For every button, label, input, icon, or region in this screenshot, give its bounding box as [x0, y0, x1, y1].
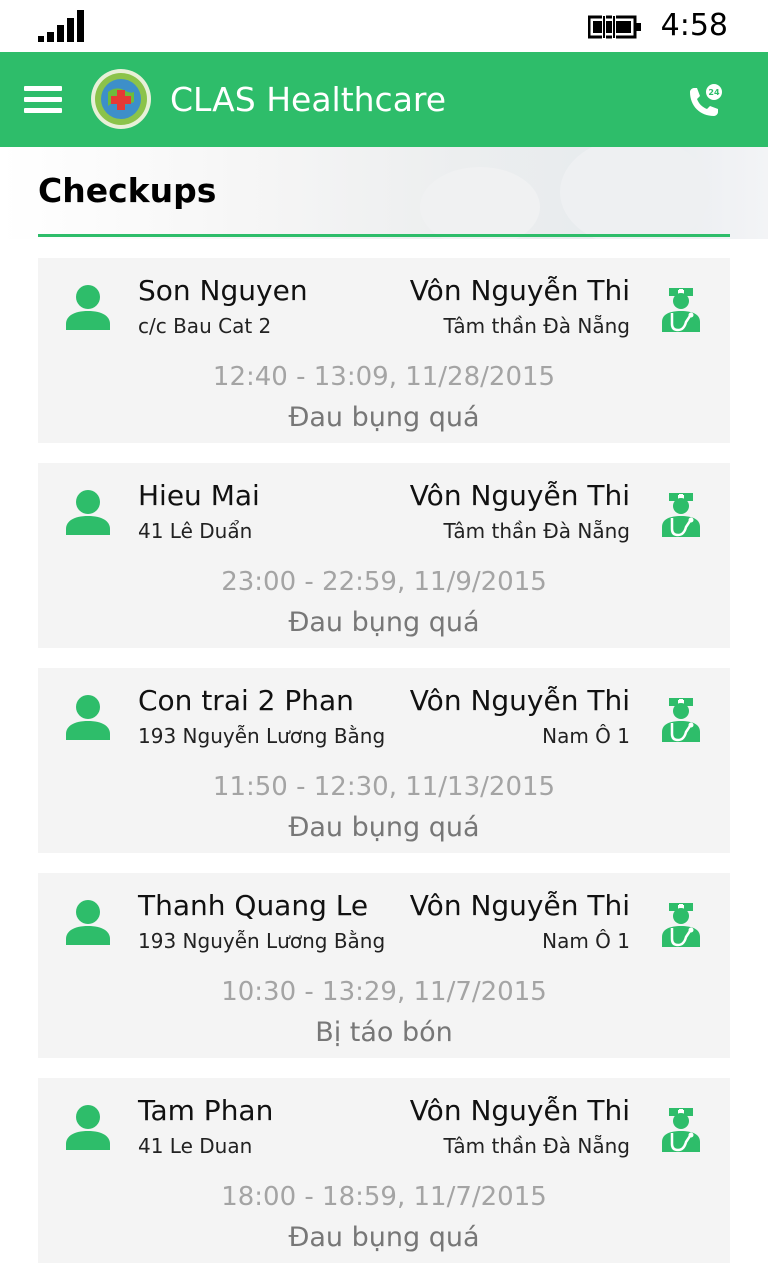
battery-charging-icon — [588, 14, 641, 40]
doctor-name: Vôn Nguyễn Thi — [409, 1094, 630, 1127]
app-bar: CLAS Healthcare 24 — [0, 52, 768, 147]
patient-icon — [66, 490, 110, 535]
phone-24h-icon[interactable]: 24 — [684, 82, 724, 122]
patient-name: Hieu Mai — [138, 479, 260, 512]
clinic-name: Nam Ô 1 — [542, 724, 630, 748]
page-title: Checkups — [38, 171, 217, 210]
patient-icon — [66, 695, 110, 740]
signal-icon — [38, 10, 84, 42]
checkup-card[interactable]: Hieu Mai 41 Lê Duẩn Vôn Nguyễn Thi Tâm t… — [38, 463, 730, 648]
patient-address: 41 Lê Duẩn — [138, 519, 253, 543]
doctor-icon — [662, 288, 700, 332]
clinic-name: Tâm thần Đà Nẵng — [443, 519, 630, 543]
patient-icon — [66, 900, 110, 945]
checkup-card[interactable]: Tam Phan 41 Le Duan Vôn Nguyễn Thi Tâm t… — [38, 1078, 730, 1263]
doctor-icon — [662, 493, 700, 537]
checkup-time: 12:40 - 13:09, 11/28/2015 — [212, 362, 556, 392]
patient-name: Son Nguyen — [138, 274, 308, 307]
patient-icon — [66, 285, 110, 330]
doctor-name: Vôn Nguyễn Thi — [409, 479, 630, 512]
clinic-name: Nam Ô 1 — [542, 929, 630, 953]
doctor-name: Vôn Nguyễn Thi — [409, 684, 630, 717]
checkup-card[interactable]: Thanh Quang Le 193 Nguyễn Lương Bằng Vôn… — [38, 873, 730, 1058]
checkup-time: 11:50 - 12:30, 11/13/2015 — [212, 772, 556, 802]
hamburger-menu-icon[interactable] — [24, 86, 64, 116]
status-bar: 4:58 — [0, 0, 768, 52]
patient-address: c/c Bau Cat 2 — [138, 314, 272, 338]
checkup-time: 18:00 - 18:59, 11/7/2015 — [221, 1182, 547, 1212]
svg-text:24: 24 — [708, 88, 720, 97]
doctor-icon — [662, 903, 700, 947]
patient-name: Tam Phan — [138, 1094, 274, 1127]
checkup-symptom: Đau bụng quá — [288, 607, 480, 638]
checkup-card[interactable]: Son Nguyen c/c Bau Cat 2 Vôn Nguyễn Thi … — [38, 258, 730, 443]
patient-name: Thanh Quang Le — [138, 889, 369, 922]
checkup-symptom: Đau bụng quá — [288, 1222, 480, 1253]
clinic-name: Tâm thần Đà Nẵng — [443, 1134, 630, 1158]
doctor-name: Vôn Nguyễn Thi — [409, 274, 630, 307]
checkup-time: 23:00 - 22:59, 11/9/2015 — [221, 567, 547, 597]
page-header: Checkups — [0, 147, 768, 239]
patient-address: 193 Nguyễn Lương Bằng — [138, 724, 386, 748]
clinic-name: Tâm thần Đà Nẵng — [443, 314, 630, 338]
title-divider — [38, 234, 730, 237]
checkup-time: 10:30 - 13:29, 11/7/2015 — [221, 977, 547, 1007]
checkup-symptom: Đau bụng quá — [288, 812, 480, 843]
clas-logo — [91, 69, 151, 129]
app-title: CLAS Healthcare — [170, 80, 447, 119]
status-time: 4:58 — [660, 8, 728, 43]
checkup-symptom: Bị táo bón — [315, 1017, 453, 1048]
patient-address: 41 Le Duan — [138, 1134, 253, 1158]
doctor-icon — [662, 698, 700, 742]
doctor-name: Vôn Nguyễn Thi — [409, 889, 630, 922]
patient-icon — [66, 1105, 110, 1150]
patient-name: Con trai 2 Phan — [138, 684, 354, 717]
patient-address: 193 Nguyễn Lương Bằng — [138, 929, 386, 953]
checkup-card[interactable]: Con trai 2 Phan 193 Nguyễn Lương Bằng Vô… — [38, 668, 730, 853]
checkup-symptom: Đau bụng quá — [288, 402, 480, 433]
checkup-list: Son Nguyen c/c Bau Cat 2 Vôn Nguyễn Thi … — [38, 258, 730, 1283]
doctor-icon — [662, 1108, 700, 1152]
